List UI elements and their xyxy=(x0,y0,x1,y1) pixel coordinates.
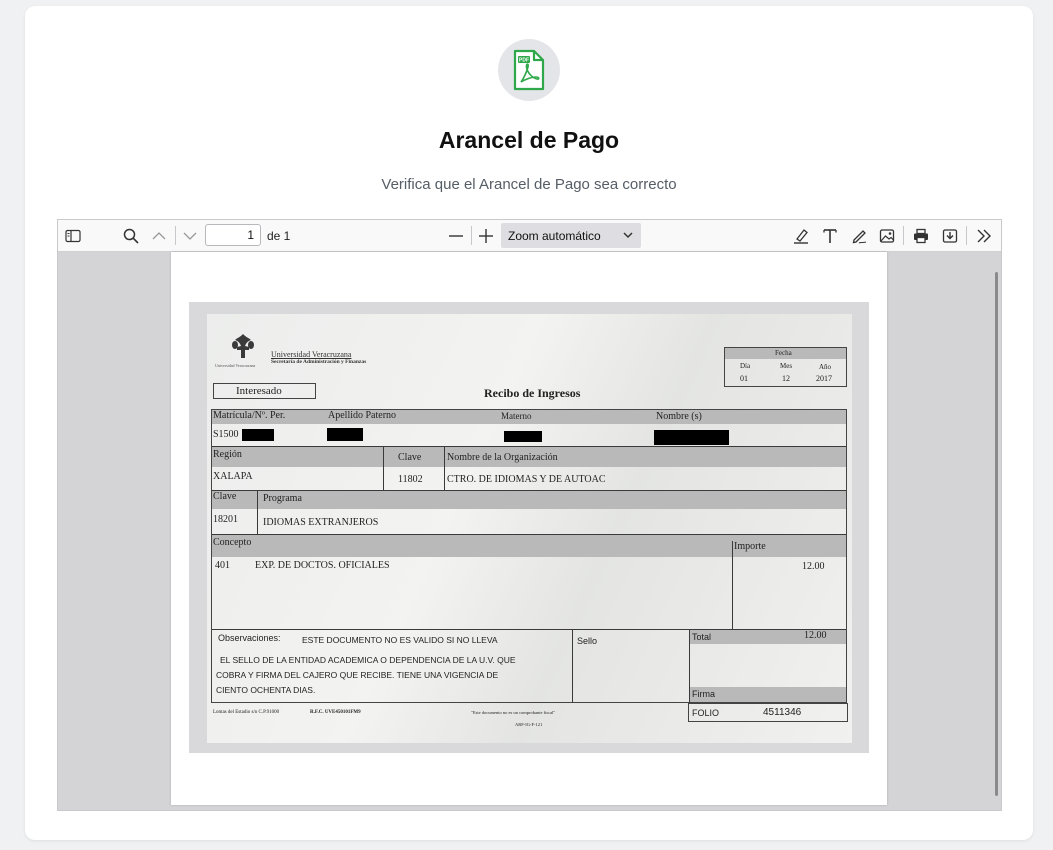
col-divider xyxy=(444,447,445,490)
total-value: 12.00 xyxy=(804,630,827,641)
anio-label: Año xyxy=(819,363,832,371)
anio-value: 2017 xyxy=(816,374,832,383)
region-value: XALAPA xyxy=(213,471,253,482)
draw-icon[interactable] xyxy=(849,224,869,247)
sidebar-toggle-icon[interactable] xyxy=(63,224,83,247)
matricula-value: S1500 xyxy=(213,429,239,440)
pdf-file-icon: PDF xyxy=(513,49,545,91)
print-icon[interactable] xyxy=(911,224,931,247)
receipt-photo: Universidad Veracruzana Universidad Vera… xyxy=(189,302,869,753)
fecha-label: Fecha xyxy=(775,349,792,357)
apellido-label: Apellido Paterno xyxy=(328,410,397,421)
toolbar-separator xyxy=(966,226,967,245)
region-label: Región xyxy=(213,449,242,460)
toolbar-separator xyxy=(175,226,176,245)
col-divider xyxy=(383,447,384,490)
footer-note: "Este documento no es un comprobante fis… xyxy=(471,710,556,715)
footer-code: ARF-IG-F-121 xyxy=(515,722,543,727)
interesado-label: Interesado xyxy=(236,385,282,397)
toolbar-separator xyxy=(471,226,472,245)
svg-text:PDF: PDF xyxy=(519,58,529,64)
nombre-label: Nombre (s) xyxy=(656,411,702,422)
firma-label: Firma xyxy=(692,689,715,699)
pdf-viewer: 1 de 1 Zoom automático Universidad Verac… xyxy=(57,219,1002,811)
programa-value: IDIOMAS EXTRANJEROS xyxy=(263,517,379,528)
seal-caption: Universidad Veracruzana xyxy=(215,363,256,368)
image-icon[interactable] xyxy=(877,224,897,247)
redaction-bar xyxy=(654,430,729,445)
clave-label: Clave xyxy=(398,452,422,463)
receipt-paper: Universidad Veracruzana Universidad Vera… xyxy=(207,314,852,743)
footer-rfc: R.F.C. UVE450101FM9 xyxy=(310,710,361,715)
highlight-icon[interactable] xyxy=(791,224,811,247)
concepto-label: Concepto xyxy=(213,537,252,548)
page-total-label: de 1 xyxy=(267,229,291,243)
redaction-bar xyxy=(327,428,363,441)
folio-value: 4511346 xyxy=(763,707,802,718)
obs-line-1: ESTE DOCUMENTO NO ES VALIDO SI NO LLEVA xyxy=(302,635,498,645)
obs-label: Observaciones: xyxy=(218,633,281,643)
search-icon[interactable] xyxy=(120,224,142,247)
university-name: Universidad Veracruzana xyxy=(271,350,352,359)
org-value: CTRO. DE IDIOMAS Y DE AUTOAC xyxy=(447,474,606,485)
zoom-in-icon[interactable] xyxy=(476,224,496,247)
zoom-select-label: Zoom automático xyxy=(508,229,601,243)
redaction-bar xyxy=(242,429,274,441)
materno-label: Materno xyxy=(501,411,532,421)
previous-page-icon[interactable] xyxy=(149,224,169,247)
row-shade xyxy=(212,491,846,509)
next-page-icon[interactable] xyxy=(180,224,200,247)
matricula-label: Matrícula/Nº. Per. xyxy=(213,410,286,421)
download-icon[interactable] xyxy=(940,224,960,247)
col-divider xyxy=(732,541,733,629)
org-label: Nombre de la Organización xyxy=(447,452,558,463)
department-name: Secretaría de Administración y Finanzas xyxy=(271,359,367,365)
receipt-title: Recibo de Ingresos xyxy=(484,386,581,400)
clave2-value: 18201 xyxy=(213,514,238,525)
concepto-code: 401 xyxy=(215,560,230,571)
dia-value: 01 xyxy=(740,374,748,383)
total-label: Total xyxy=(692,632,712,642)
col-divider xyxy=(572,630,573,703)
redaction-bar xyxy=(504,431,542,442)
mes-value: 12 xyxy=(782,374,790,383)
dia-label: Día xyxy=(740,362,751,370)
text-icon[interactable] xyxy=(820,224,840,247)
scrollbar[interactable] xyxy=(995,272,998,796)
importe-value: 12.00 xyxy=(802,561,825,572)
folio-label: FOLIO xyxy=(692,708,720,718)
pdf-page: Universidad Veracruzana Universidad Vera… xyxy=(171,252,887,805)
footer-address: Lomas del Estadio s/n C.P.91000 xyxy=(213,710,280,715)
clave-value: 11802 xyxy=(398,474,423,485)
zoom-out-icon[interactable] xyxy=(446,224,466,247)
mes-label: Mes xyxy=(780,362,793,370)
obs-line-3: COBRA Y FIRMA DEL CAJERO QUE RECIBE. TIE… xyxy=(216,670,499,680)
concepto-value: EXP. DE DOCTOS. OFICIALES xyxy=(255,560,390,571)
page-number-input[interactable]: 1 xyxy=(205,224,261,246)
toolbar-separator xyxy=(903,226,904,245)
obs-line-2: EL SELLO DE LA ENTIDAD ACADEMICA O DEPEN… xyxy=(220,655,516,665)
zoom-select[interactable]: Zoom automático xyxy=(501,223,641,248)
col-divider xyxy=(257,491,258,534)
sello-label: Sello xyxy=(577,636,598,646)
page-title: Arancel de Pago xyxy=(438,127,620,153)
pdf-toolbar: 1 de 1 Zoom automático xyxy=(58,220,1001,252)
more-tools-icon[interactable] xyxy=(974,224,994,247)
obs-line-4: CIENTO OCHENTA DIAS. xyxy=(216,685,316,695)
clave2-label: Clave xyxy=(213,491,237,502)
programa-label: Programa xyxy=(263,493,302,504)
importe-label: Importe xyxy=(734,541,766,552)
file-icon-badge: PDF xyxy=(498,39,560,101)
page-subtitle: Verifica que el Arancel de Pago sea corr… xyxy=(381,176,677,193)
university-seal-icon xyxy=(232,334,254,358)
arancel-card: PDF Arancel de Pago Verifica que el Aran… xyxy=(25,6,1033,840)
chevron-down-icon xyxy=(622,226,634,247)
